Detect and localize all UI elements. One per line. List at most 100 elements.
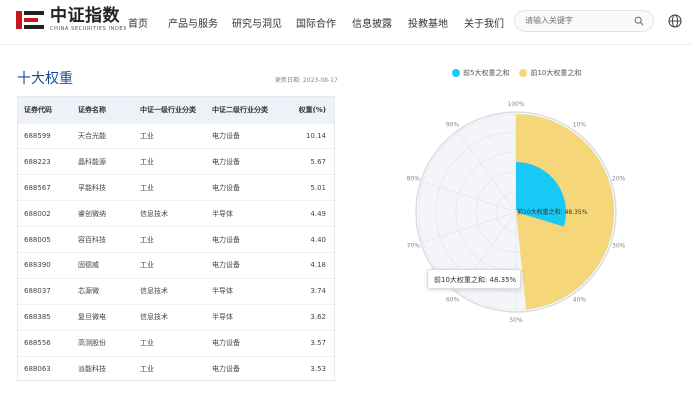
table-row: 688385 复旦微电 信息技术 半导体 3.62 xyxy=(18,303,334,331)
table-cell: 5.67 xyxy=(284,148,334,175)
table-row: 688037 芯源微 信息技术 半导体 3.74 xyxy=(18,277,334,305)
table-cell: 电力设备 xyxy=(206,122,284,149)
table-cell: 半导体 xyxy=(206,200,284,227)
table-cell: 电力设备 xyxy=(206,226,284,253)
table-cell: 688385 xyxy=(18,303,72,331)
table-cell: 688223 xyxy=(18,148,72,175)
column-header: 证券名称 xyxy=(72,97,134,123)
table-cell: 3.57 xyxy=(284,329,334,357)
site-header: 中证指数 CHINA SECURITIES INDEX 首页 产品与服务 研究与… xyxy=(0,0,692,44)
table-row: 688002 睿创微纳 信息技术 半导体 4.49 xyxy=(18,200,334,227)
table-cell: 工业 xyxy=(134,329,206,357)
legend-label: 前10大权重之和 xyxy=(530,69,582,77)
table-cell: 复旦微电 xyxy=(72,303,134,331)
angle-tick-label: 20% xyxy=(612,176,626,183)
angle-tick-label: 90% xyxy=(446,122,460,129)
column-header: 中证一级行业分类 xyxy=(134,97,206,123)
legend-dot-top5 xyxy=(452,69,460,77)
table-cell: 信息技术 xyxy=(134,303,206,331)
table-cell: 晶科能源 xyxy=(72,148,134,175)
table-cell: 派能科技 xyxy=(72,355,134,382)
column-header: 权重(%) xyxy=(284,97,334,123)
logo-icon xyxy=(16,9,46,31)
table-cell: 3.53 xyxy=(284,355,334,382)
table-cell: 电力设备 xyxy=(206,174,284,201)
table-cell: 688005 xyxy=(18,226,72,253)
table-cell: 4.40 xyxy=(284,226,334,253)
angle-tick-label: 50% xyxy=(509,317,523,324)
legend-item-top10[interactable]: 前10大权重之和 xyxy=(519,68,581,78)
table-cell: 半导体 xyxy=(206,277,284,305)
table-cell: 5.01 xyxy=(284,174,334,201)
table-row: 688390 固德威 工业 电力设备 4.18 xyxy=(18,251,334,279)
table-cell: 工业 xyxy=(134,226,206,253)
table-row: 688567 孚能科技 工业 电力设备 5.01 xyxy=(18,174,334,201)
section-title: 十大权重 xyxy=(17,71,73,87)
angle-tick-label: 70% xyxy=(407,242,421,249)
table-cell: 工业 xyxy=(134,251,206,279)
update-date: 更新日期: 2023-08-17 xyxy=(275,77,338,84)
legend-dot-top10 xyxy=(519,69,528,77)
table-cell: 固德威 xyxy=(72,251,134,279)
table-cell: 4.49 xyxy=(284,200,334,227)
nav-item-research[interactable]: 研究与洞见 xyxy=(232,15,282,30)
legend-item-top5[interactable]: 前5大权重之和 xyxy=(452,68,509,78)
nav-item-home[interactable]: 首页 xyxy=(128,15,148,30)
table-cell: 工业 xyxy=(134,122,206,149)
table-cell: 688002 xyxy=(18,200,72,227)
bar-data-label: 前10大权重之和: 48.35% xyxy=(517,208,588,216)
chart-legend: 前5大权重之和 前10大权重之和 xyxy=(452,68,591,78)
logo-subtitle: CHINA SECURITIES INDEX xyxy=(50,26,128,32)
table-cell: 电力设备 xyxy=(206,251,284,279)
column-header: 证券代码 xyxy=(18,97,72,123)
search-box[interactable] xyxy=(514,10,654,32)
table-cell: 10.14 xyxy=(284,122,334,149)
table-cell: 芯源微 xyxy=(72,277,134,305)
top10-table: 证券代码 证券名称 中证一级行业分类 中证二级行业分类 权重(%) 688599… xyxy=(17,96,335,382)
table-cell: 工业 xyxy=(134,174,206,201)
table-cell: 4.18 xyxy=(284,251,334,279)
table-cell: 容百科技 xyxy=(72,226,134,253)
angle-tick-label: 100% xyxy=(507,101,524,108)
table-cell: 工业 xyxy=(134,148,206,175)
table-row: 688223 晶科能源 工业 电力设备 5.67 xyxy=(18,148,334,175)
search-icon[interactable] xyxy=(634,16,644,26)
angle-tick-label: 30% xyxy=(612,242,626,249)
table-cell: 工业 xyxy=(134,355,206,382)
table-cell: 688556 xyxy=(18,329,72,357)
table-cell: 3.74 xyxy=(284,277,334,305)
table-row: 688599 天合光能 工业 电力设备 10.14 xyxy=(18,122,334,149)
chart-tooltip: 前10大权重之和: 48.35% xyxy=(427,269,521,289)
nav-item-products[interactable]: 产品与服务 xyxy=(168,15,218,30)
table-cell: 高测股份 xyxy=(72,329,134,357)
nav-item-about[interactable]: 关于我们 xyxy=(464,15,504,30)
logo-text: 中证指数 xyxy=(50,6,120,26)
table-cell: 半导体 xyxy=(206,303,284,331)
table-cell: 电力设备 xyxy=(206,148,284,175)
table-cell: 信息技术 xyxy=(134,200,206,227)
table-header-row: 证券代码 证券名称 中证一级行业分类 中证二级行业分类 权重(%) xyxy=(18,97,334,123)
globe-icon[interactable] xyxy=(668,14,682,28)
table-cell: 3.62 xyxy=(284,303,334,331)
table-cell: 688037 xyxy=(18,277,72,305)
table-row: 688063 派能科技 工业 电力设备 3.53 xyxy=(18,355,334,382)
table-cell: 睿创微纳 xyxy=(72,200,134,227)
table-cell: 信息技术 xyxy=(134,277,206,305)
nav-item-investor-education[interactable]: 投教基地 xyxy=(408,15,448,30)
logo[interactable]: 中证指数 CHINA SECURITIES INDEX xyxy=(16,8,127,32)
table-cell: 688599 xyxy=(18,122,72,149)
nav-item-disclosure[interactable]: 信息披露 xyxy=(352,15,392,30)
header-divider xyxy=(0,44,692,45)
angle-tick-label: 40% xyxy=(573,296,587,303)
angle-tick-label: 80% xyxy=(407,176,421,183)
table-cell: 688063 xyxy=(18,355,72,382)
table-row: 688556 高测股份 工业 电力设备 3.57 xyxy=(18,329,334,357)
legend-label: 前5大权重之和 xyxy=(463,69,510,77)
weight-polar-chart: 100% 10% 20% 30% 40% 50% 60% 70% 80% 90% 前10大权重之和:… xyxy=(407,101,626,324)
table-row: 688005 容百科技 工业 电力设备 4.40 xyxy=(18,226,334,253)
nav-item-international[interactable]: 国际合作 xyxy=(296,15,336,30)
table-cell: 688390 xyxy=(18,251,72,279)
search-input[interactable] xyxy=(525,16,625,25)
angle-tick-label: 60% xyxy=(446,296,460,303)
table-cell: 688567 xyxy=(18,174,72,201)
